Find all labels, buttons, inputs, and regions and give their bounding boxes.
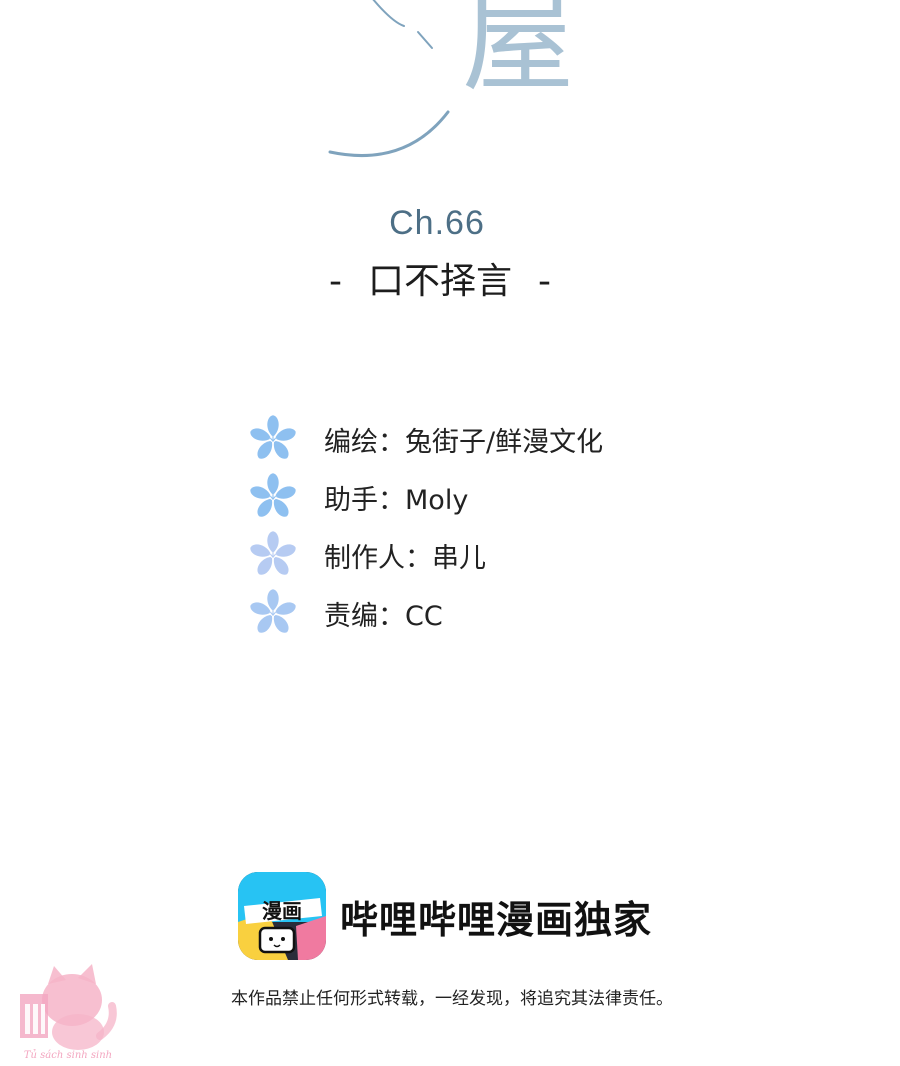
logo-title-glyph: 屋 bbox=[462, 0, 574, 107]
app-icon-text: 漫画 bbox=[262, 899, 302, 923]
credit-label: 责编 bbox=[324, 600, 378, 632]
title-dash-right: - bbox=[538, 261, 551, 302]
flower-icon bbox=[250, 531, 296, 575]
credit-row-editor: 责编：CC bbox=[246, 584, 766, 642]
credits-list: 编绘：兔街子/鲜漫文化 助手：Moly 制作人：串儿 责编：CC bbox=[246, 410, 766, 642]
watermark-text: Tủ sách sinh sinh bbox=[24, 1050, 112, 1061]
credit-text: 编绘：兔街子/鲜漫文化 bbox=[324, 420, 603, 459]
credit-separator: ： bbox=[405, 542, 432, 574]
credit-separator: ： bbox=[378, 426, 405, 458]
title-dash-left: - bbox=[328, 261, 342, 302]
credit-value: Moly bbox=[405, 484, 469, 516]
flower-icon bbox=[250, 415, 296, 459]
chapter-title-row: - 口不择言 - bbox=[0, 252, 880, 304]
credit-row-assistant: 助手：Moly bbox=[246, 468, 766, 526]
credit-value: CC bbox=[405, 600, 443, 632]
title-logo-art bbox=[328, 0, 450, 157]
credit-label: 制作人 bbox=[324, 542, 405, 574]
credit-value: 兔街子/鲜漫文化 bbox=[405, 426, 604, 458]
bilibili-manga-app-icon: 漫画 bbox=[238, 872, 326, 960]
credit-separator: ： bbox=[378, 600, 405, 632]
credit-text: 助手：Moly bbox=[324, 478, 468, 517]
flower-icon bbox=[250, 473, 296, 517]
credit-value: 串儿 bbox=[432, 542, 486, 574]
credit-separator: ： bbox=[378, 484, 405, 516]
credit-row-artist: 编绘：兔街子/鲜漫文化 bbox=[246, 410, 766, 468]
chapter-title: 口不择言 bbox=[367, 261, 512, 302]
credit-text: 责编：CC bbox=[324, 594, 443, 633]
chapter-number: Ch.66 bbox=[389, 204, 485, 242]
credit-text: 制作人：串儿 bbox=[324, 536, 486, 575]
flower-icon bbox=[250, 589, 296, 633]
brand-block: 漫画 哔哩哔哩漫画独家 bbox=[238, 872, 652, 960]
credit-row-producer: 制作人：串儿 bbox=[246, 526, 766, 584]
brand-name: 哔哩哔哩漫画独家 bbox=[340, 897, 653, 942]
copyright-disclaimer: 本作品禁止任何形式转载，一经发现，将追究其法律责任。 bbox=[231, 989, 673, 1009]
credit-label: 助手 bbox=[324, 484, 378, 516]
credit-label: 编绘 bbox=[324, 426, 378, 458]
pink-cat-logo: Tủ sách sinh sinh bbox=[20, 964, 117, 1061]
